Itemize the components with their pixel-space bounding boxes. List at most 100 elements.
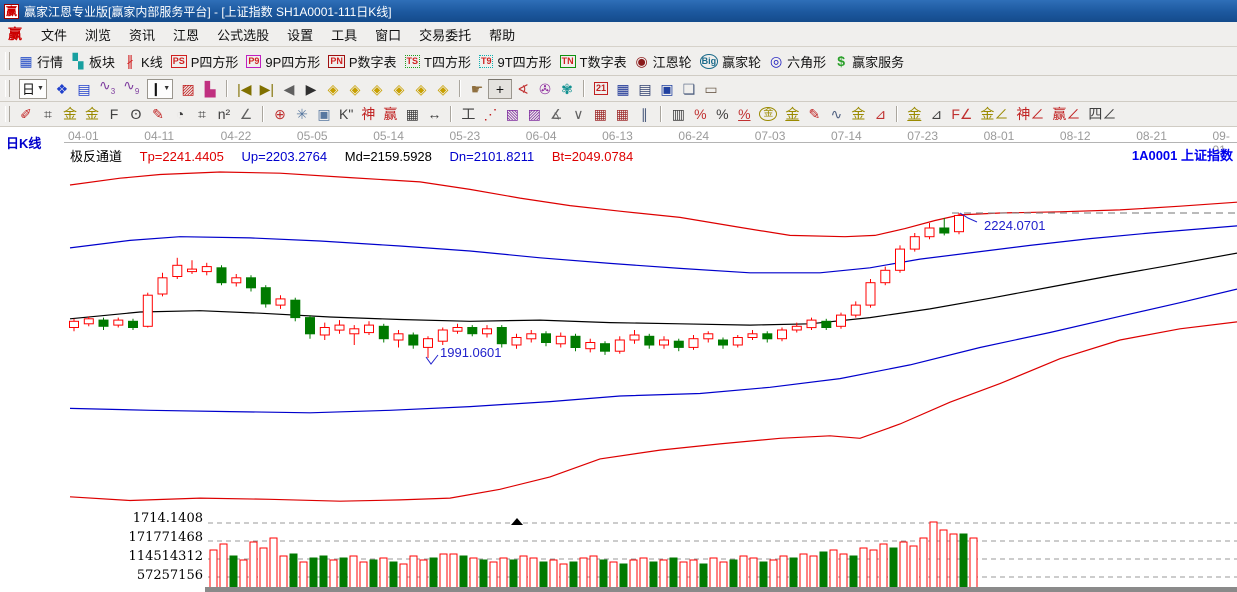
gold-angle-icon[interactable]: 金∠ <box>976 105 1012 123</box>
remote-pc-icon[interactable]: ▭ <box>700 80 722 98</box>
prev-bar-icon[interactable]: ◀ <box>278 80 300 98</box>
gold-ruler-1-icon[interactable]: 金 <box>59 105 81 123</box>
gann-expand-h-icon[interactable]: ◈ <box>366 80 388 98</box>
spiral-icon[interactable]: ʘ <box>125 105 147 123</box>
p-square-button[interactable]: PSP四方形 <box>167 51 243 72</box>
angle-measure-icon[interactable]: ∢ <box>512 80 534 98</box>
menu-item-9[interactable]: 帮助 <box>480 23 524 46</box>
next-bar-icon[interactable]: ▶ <box>300 80 322 98</box>
candle-style-selector[interactable]: ❙▼ <box>147 79 173 99</box>
9p-square-button[interactable]: P99P四方形 <box>242 51 324 72</box>
gann-ruler-icon[interactable]: ⌗ <box>37 105 59 123</box>
title-bar[interactable]: 赢 赢家江恩专业版[赢家内部服务平台] - [上证指数 SH1A0001-111… <box>0 0 1237 22</box>
first-page-icon[interactable]: |◀ <box>233 80 255 98</box>
menu-item-5[interactable]: 设置 <box>278 23 322 46</box>
gann-wheel-button[interactable]: ◉江恩轮 <box>631 51 696 72</box>
quotes-button[interactable]: ▦行情 <box>15 51 67 72</box>
menu-item-8[interactable]: 交易委托 <box>410 23 480 46</box>
t-table-button[interactable]: TNT数字表 <box>556 51 631 72</box>
gann-shift-right-icon[interactable]: ◈ <box>344 80 366 98</box>
price-grid-1-icon[interactable]: ▦ <box>589 105 611 123</box>
j-angle-2-icon[interactable]: ⊿ <box>925 105 947 123</box>
f-angle-icon[interactable]: F∠ <box>947 105 976 123</box>
percent-level-icon[interactable]: % <box>733 105 755 123</box>
winner-wheel-button[interactable]: Big赢家轮 <box>696 51 766 72</box>
winner-service-button[interactable]: $赢家服务 <box>830 51 908 72</box>
percent-icon[interactable]: % <box>711 105 733 123</box>
brush-levels-icon[interactable]: ✎ <box>803 105 825 123</box>
gold-ruler-2-icon[interactable]: 金 <box>81 105 103 123</box>
draw-pen-icon[interactable]: ✐ <box>15 105 37 123</box>
pattern-tool-icon[interactable]: ✾ <box>556 80 578 98</box>
gann-tape-icon[interactable]: ✇ <box>534 80 556 98</box>
percent-retrace-icon[interactable]: % <box>689 105 711 123</box>
9t-square-button[interactable]: T99T四方形 <box>475 51 556 72</box>
ying-angle-icon[interactable]: 赢∠ <box>1048 105 1084 123</box>
wave-band-icon[interactable]: ∿ <box>825 105 847 123</box>
menu-item-7[interactable]: 窗口 <box>366 23 410 46</box>
wave-3-icon[interactable]: ∿3 <box>95 76 119 101</box>
angle-lines-icon[interactable]: ∡ <box>545 105 567 123</box>
price-grid-2-icon[interactable]: ▦ <box>611 105 633 123</box>
n-square-icon[interactable]: n² <box>213 105 235 123</box>
fan-lines-icon[interactable]: ⋰ <box>479 105 501 123</box>
sectors-button[interactable]: ▚板块 <box>67 51 119 72</box>
gann-compress-all-icon[interactable]: ◈ <box>410 80 432 98</box>
hand-tool-icon[interactable]: ☛ <box>466 80 488 98</box>
candle-style-selector-icon[interactable]: ❙▼ <box>143 78 177 100</box>
shen-grid-icon[interactable]: 神 <box>357 105 379 123</box>
red-brush-icon[interactable]: ✎ <box>147 105 169 123</box>
last-page-icon[interactable]: ▶| <box>256 80 278 98</box>
menu-item-4[interactable]: 公式选股 <box>208 23 278 46</box>
menu-item-1[interactable]: 浏览 <box>76 23 120 46</box>
overlay-web-icon[interactable]: ❖ <box>51 80 73 98</box>
si-angle-icon[interactable]: 四∠ <box>1084 105 1120 123</box>
tick-ruler-icon[interactable]: ⌗ <box>191 105 213 123</box>
histogram-icon[interactable]: ▙ <box>199 80 221 98</box>
h-measure-icon[interactable]: ↔ <box>423 105 445 123</box>
gold-band-icon[interactable]: 金 <box>847 105 869 123</box>
shen-angle-icon[interactable]: 神∠ <box>1012 105 1048 123</box>
time-cycle-icon[interactable]: ◔ <box>169 105 191 123</box>
hexagon-button[interactable]: ◎六角形 <box>765 51 830 72</box>
k-count-icon[interactable]: K" <box>335 105 357 123</box>
star-box-icon[interactable]: ▣ <box>313 105 335 123</box>
horizontal-scrollbar[interactable] <box>205 587 1237 592</box>
toolbar-grip[interactable] <box>5 106 10 122</box>
gann-shift-left-icon[interactable]: ◈ <box>322 80 344 98</box>
menu-item-3[interactable]: 江恩 <box>164 23 208 46</box>
fan-box-2-icon[interactable]: ▨ <box>523 105 545 123</box>
circle-cross-icon[interactable]: ⊕ <box>269 105 291 123</box>
angle-fan-icon[interactable]: ∠ <box>235 105 257 123</box>
t-square-button[interactable]: TST四方形 <box>401 51 475 72</box>
toolbar-grip[interactable] <box>5 52 10 70</box>
fan-box-1-icon[interactable]: ▧ <box>501 105 523 123</box>
calendar-icon[interactable]: 21 <box>590 81 612 96</box>
slash-lines-icon[interactable]: ∥ <box>633 105 655 123</box>
wave-9-icon[interactable]: ∿9 <box>119 76 143 101</box>
period-selector-icon[interactable]: 日▼ <box>15 78 51 100</box>
calculator-icon[interactable]: ▦ <box>612 80 634 98</box>
menu-item-0[interactable]: 文件 <box>32 23 76 46</box>
kline-button[interactable]: ∦K线 <box>119 51 167 72</box>
toolbar-grip[interactable] <box>5 80 10 96</box>
gann-expand-all-icon[interactable]: ◈ <box>432 80 454 98</box>
save-icon[interactable]: ▣ <box>656 80 678 98</box>
p-table-button[interactable]: PNP数字表 <box>324 51 400 72</box>
info-doc-icon[interactable]: ▤ <box>73 80 95 98</box>
j-angle-icon[interactable]: ⊿ <box>869 105 891 123</box>
star-web-icon[interactable]: ✳ <box>291 105 313 123</box>
app-logo-icon[interactable]: 赢 <box>4 4 19 19</box>
menu-item-2[interactable]: 资讯 <box>120 23 164 46</box>
fib-ruler-icon[interactable]: F <box>103 105 125 123</box>
network-pc-icon[interactable]: ❏ <box>678 80 700 98</box>
gold-base-angle-icon[interactable]: 金 <box>903 105 925 123</box>
t-square-tool-icon[interactable]: 工 <box>457 105 479 123</box>
red-grid-icon[interactable]: ▨ <box>177 80 199 98</box>
period-selector[interactable]: 日▼ <box>19 79 47 99</box>
crosshair-tool-icon[interactable]: + <box>488 79 512 99</box>
gold-levels-icon[interactable]: 金 <box>781 105 803 123</box>
grid-123-icon[interactable]: ▦ <box>401 105 423 123</box>
gann-compress-h-icon[interactable]: ◈ <box>388 80 410 98</box>
notes-icon[interactable]: ▤ <box>634 80 656 98</box>
